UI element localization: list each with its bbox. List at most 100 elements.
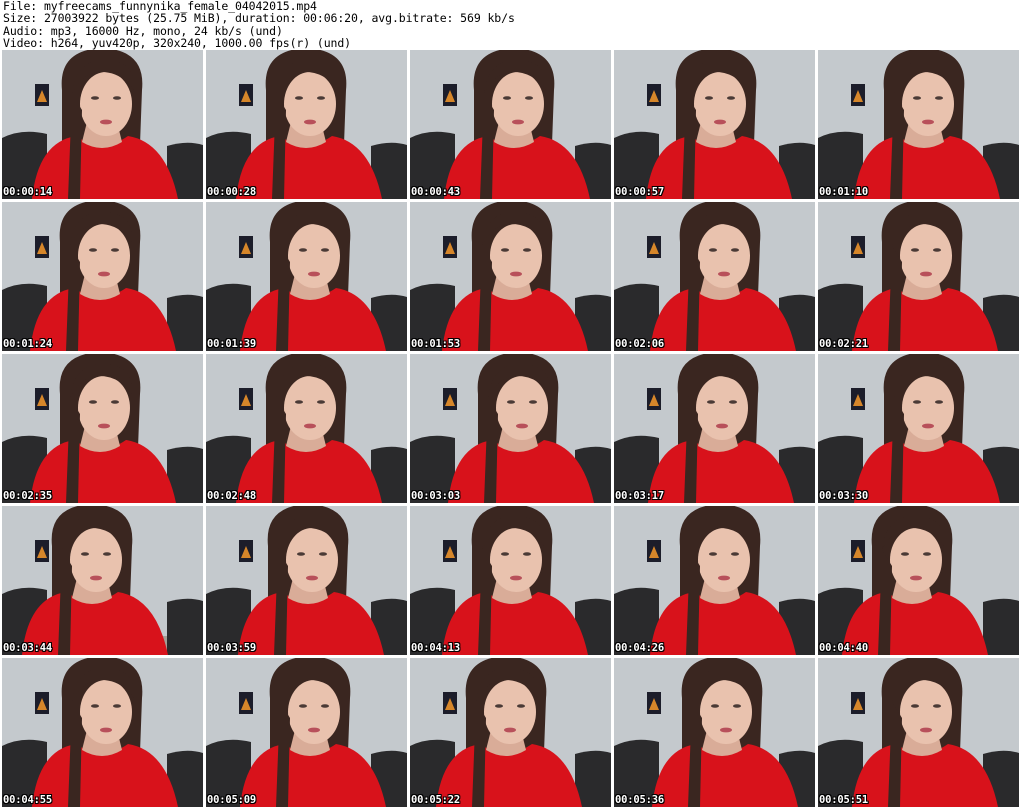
video-frame-thumbnail: 00:03:59 — [206, 506, 407, 655]
video-frame-thumbnail: 00:04:55 — [2, 658, 203, 807]
face — [484, 680, 536, 744]
frame-image — [818, 506, 1019, 655]
face — [890, 528, 942, 592]
frame-image — [410, 658, 611, 807]
face — [492, 72, 544, 136]
frame-timestamp: 00:04:55 — [3, 794, 52, 806]
frame-timestamp: 00:05:36 — [615, 794, 664, 806]
frame-image — [206, 354, 407, 503]
video-frame-thumbnail: 00:00:57 — [614, 50, 815, 199]
frame-image — [206, 202, 407, 351]
face — [80, 680, 132, 744]
frame-image — [2, 506, 203, 655]
file-info-header: File: myfreecams_funnynika_female_040420… — [3, 0, 515, 50]
face — [698, 224, 750, 288]
frame-image — [2, 50, 203, 199]
frame-timestamp: 00:05:51 — [819, 794, 868, 806]
video-frame-thumbnail: 00:00:43 — [410, 50, 611, 199]
frame-image — [410, 354, 611, 503]
video-frame-thumbnail: 00:00:28 — [206, 50, 407, 199]
video-frame-thumbnail: 00:05:36 — [614, 658, 815, 807]
face — [70, 528, 122, 592]
face — [286, 528, 338, 592]
frame-image — [2, 658, 203, 807]
frame-image — [410, 50, 611, 199]
frame-timestamp: 00:00:57 — [615, 186, 664, 198]
video-info-line: Video: h264, yuv420p, 320x240, 1000.00 f… — [3, 36, 352, 51]
frame-image — [206, 50, 407, 199]
frame-timestamp: 00:02:48 — [207, 490, 256, 502]
face — [284, 376, 336, 440]
face — [496, 376, 548, 440]
frame-timestamp: 00:04:13 — [411, 642, 460, 654]
frame-timestamp: 00:05:22 — [411, 794, 460, 806]
frame-image — [2, 202, 203, 351]
face — [694, 72, 746, 136]
video-frame-thumbnail: 00:04:40 — [818, 506, 1019, 655]
frame-image — [818, 202, 1019, 351]
frame-image — [206, 506, 407, 655]
frame-image — [614, 50, 815, 199]
video-frame-thumbnail: 00:05:09 — [206, 658, 407, 807]
video-frame-thumbnail: 00:04:13 — [410, 506, 611, 655]
video-frame-thumbnail: 00:03:17 — [614, 354, 815, 503]
video-frame-thumbnail: 00:01:24 — [2, 202, 203, 351]
frame-timestamp: 00:00:28 — [207, 186, 256, 198]
frame-image — [2, 354, 203, 503]
video-frame-thumbnail: 00:01:53 — [410, 202, 611, 351]
video-frame-thumbnail: 00:03:30 — [818, 354, 1019, 503]
frame-image — [818, 354, 1019, 503]
face — [78, 376, 130, 440]
video-frame-thumbnail: 00:05:51 — [818, 658, 1019, 807]
video-frame-thumbnail: 00:01:39 — [206, 202, 407, 351]
frame-timestamp: 00:04:26 — [615, 642, 664, 654]
frame-image — [410, 202, 611, 351]
thumbnail-grid: 00:00:14 00:00:28 00:00:43 00:00:57 00:01:10… — [2, 50, 1019, 807]
face — [288, 680, 340, 744]
frame-image — [614, 354, 815, 503]
face — [698, 528, 750, 592]
face — [902, 376, 954, 440]
frame-image — [614, 506, 815, 655]
frame-image — [614, 202, 815, 351]
video-frame-thumbnail: 00:02:48 — [206, 354, 407, 503]
frame-timestamp: 00:01:53 — [411, 338, 460, 350]
frame-timestamp: 00:03:30 — [819, 490, 868, 502]
frame-timestamp: 00:03:17 — [615, 490, 664, 502]
frame-timestamp: 00:00:14 — [3, 186, 52, 198]
video-frame-thumbnail: 00:00:14 — [2, 50, 203, 199]
frame-timestamp: 00:02:06 — [615, 338, 664, 350]
frame-timestamp: 00:04:40 — [819, 642, 868, 654]
face — [78, 224, 130, 288]
face — [490, 528, 542, 592]
face — [696, 376, 748, 440]
video-frame-thumbnail: 00:02:06 — [614, 202, 815, 351]
frame-timestamp: 00:00:43 — [411, 186, 460, 198]
frame-image — [410, 506, 611, 655]
face — [900, 224, 952, 288]
video-frame-thumbnail: 00:02:21 — [818, 202, 1019, 351]
frame-timestamp: 00:03:59 — [207, 642, 256, 654]
face — [288, 224, 340, 288]
frame-timestamp: 00:05:09 — [207, 794, 256, 806]
video-frame-thumbnail: 00:03:03 — [410, 354, 611, 503]
frame-image — [818, 50, 1019, 199]
face — [900, 680, 952, 744]
frame-image — [206, 658, 407, 807]
frame-timestamp: 00:01:39 — [207, 338, 256, 350]
frame-timestamp: 00:01:10 — [819, 186, 868, 198]
face — [490, 224, 542, 288]
video-frame-thumbnail: 00:03:44 — [2, 506, 203, 655]
frame-timestamp: 00:02:35 — [3, 490, 52, 502]
frame-timestamp: 00:02:21 — [819, 338, 868, 350]
frame-timestamp: 00:03:03 — [411, 490, 460, 502]
face — [902, 72, 954, 136]
face — [700, 680, 752, 744]
file-size-line: Size: 27003922 bytes (25.75 MiB), durati… — [3, 11, 515, 26]
frame-timestamp: 00:01:24 — [3, 338, 52, 350]
frame-timestamp: 00:03:44 — [3, 642, 52, 654]
face — [80, 72, 132, 136]
video-frame-thumbnail: 00:05:22 — [410, 658, 611, 807]
face — [284, 72, 336, 136]
video-frame-thumbnail: 00:02:35 — [2, 354, 203, 503]
